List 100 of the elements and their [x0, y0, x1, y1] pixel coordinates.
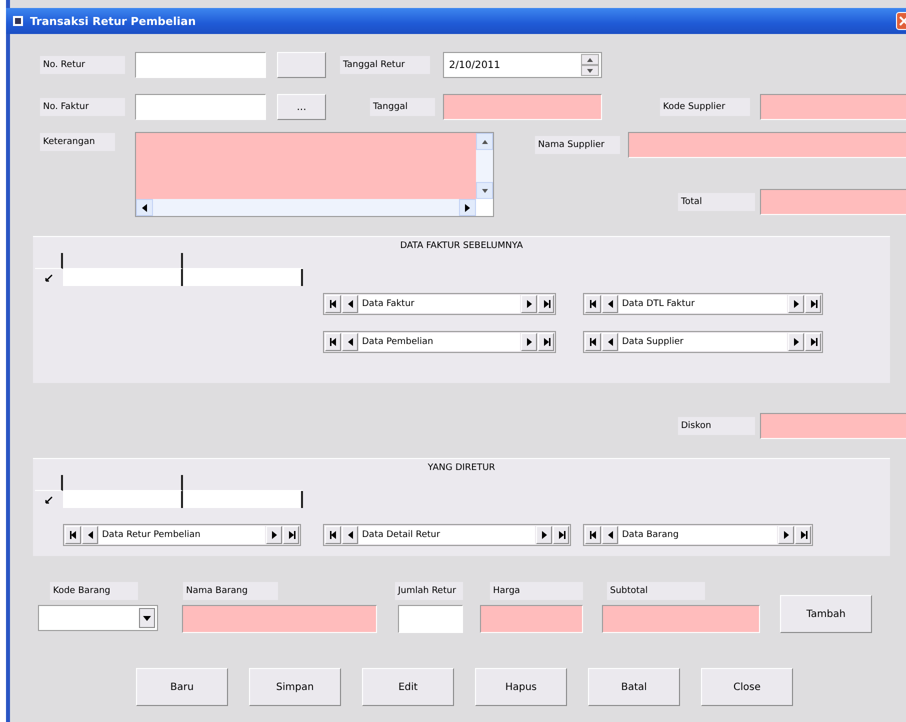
- last-icon: [286, 530, 296, 540]
- next-icon: [524, 337, 534, 347]
- navigator-label: Data Detail Retur: [359, 526, 535, 544]
- next-record-button[interactable]: [778, 526, 794, 544]
- previous-record-button[interactable]: [342, 333, 358, 351]
- text-field[interactable]: [760, 413, 906, 439]
- text-field[interactable]: [602, 605, 760, 633]
- arrow-icon: [480, 138, 488, 144]
- field-label: Diskon: [678, 417, 755, 435]
- dropdown-button[interactable]: [139, 608, 155, 628]
- navigator-label: Data Pembelian: [359, 333, 520, 351]
- previous-record-button[interactable]: [602, 526, 618, 544]
- first-icon: [588, 530, 598, 540]
- row-indicator-icon: [45, 496, 53, 504]
- close-icon: [899, 16, 906, 26]
- left-arrow-icon: [140, 202, 149, 212]
- field-label: Kode Supplier: [660, 98, 750, 116]
- field-label: Total: [678, 193, 755, 211]
- navigator-label: Data Supplier: [619, 333, 787, 351]
- text-field[interactable]: [398, 605, 463, 633]
- previous-icon: [86, 530, 94, 540]
- grid-cell[interactable]: [183, 491, 303, 508]
- field-label: No. Retur: [40, 56, 125, 74]
- previous-icon: [346, 337, 354, 347]
- previous-record-button[interactable]: [602, 295, 618, 313]
- panel-caption: YANG DIRETUR: [426, 463, 496, 473]
- previous-icon: [606, 530, 614, 540]
- memo-field[interactable]: [136, 133, 476, 199]
- first-icon: [588, 299, 598, 309]
- last-record-button[interactable]: [538, 333, 554, 351]
- action-button[interactable]: Close: [701, 668, 793, 706]
- first-record-button[interactable]: [585, 295, 601, 313]
- action-button[interactable]: Simpan: [249, 668, 341, 706]
- next-icon: [792, 299, 800, 309]
- navigator-label: Data DTL Faktur: [619, 295, 787, 313]
- text-field[interactable]: [628, 132, 906, 158]
- last-icon: [798, 530, 808, 540]
- vertical-scrollbar[interactable]: [476, 133, 493, 199]
- last-record-button[interactable]: [538, 295, 554, 313]
- date-picker[interactable]: 2/10/2011: [443, 52, 602, 78]
- text-field[interactable]: [443, 94, 602, 120]
- horizontal-scrollbar[interactable]: [136, 199, 476, 216]
- grid-cell[interactable]: [183, 269, 303, 286]
- scroll-right-button[interactable]: [459, 199, 476, 216]
- previous-record-button[interactable]: [602, 333, 618, 351]
- spin-up-button[interactable]: [581, 54, 599, 65]
- next-record-button[interactable]: [521, 333, 537, 351]
- scroll-left-button[interactable]: [136, 199, 153, 216]
- next-icon: [792, 337, 800, 347]
- navigator-label: Data Faktur: [359, 295, 520, 313]
- action-button[interactable]: Baru: [136, 668, 228, 706]
- first-record-button[interactable]: [65, 526, 81, 544]
- text-field[interactable]: [182, 605, 377, 633]
- previous-record-button[interactable]: [82, 526, 98, 544]
- scroll-down-button[interactable]: [476, 182, 493, 199]
- field-label: Tanggal: [370, 98, 435, 116]
- text-field[interactable]: [135, 52, 266, 78]
- previous-record-button[interactable]: [342, 295, 358, 313]
- next-record-button[interactable]: [536, 526, 552, 544]
- last-record-button[interactable]: [805, 333, 821, 351]
- last-record-button[interactable]: [553, 526, 569, 544]
- browse-button[interactable]: [277, 52, 326, 78]
- first-record-button[interactable]: [325, 333, 341, 351]
- last-record-button[interactable]: [805, 295, 821, 313]
- browse-button[interactable]: ...: [277, 94, 326, 120]
- next-record-button[interactable]: [521, 295, 537, 313]
- first-icon: [588, 337, 598, 347]
- text-field[interactable]: [760, 94, 906, 120]
- first-record-button[interactable]: [585, 333, 601, 351]
- grid-cell[interactable]: [63, 491, 183, 508]
- last-record-button[interactable]: [283, 526, 299, 544]
- text-field[interactable]: [760, 189, 906, 215]
- add-button[interactable]: Tambah: [780, 595, 872, 633]
- grid-cell[interactable]: [63, 269, 183, 286]
- spin-down-button[interactable]: [581, 65, 599, 76]
- last-icon: [808, 337, 818, 347]
- first-record-button[interactable]: [325, 295, 341, 313]
- action-button[interactable]: Edit: [362, 668, 454, 706]
- action-button[interactable]: Hapus: [475, 668, 567, 706]
- next-icon: [540, 530, 548, 540]
- previous-record-button[interactable]: [342, 526, 358, 544]
- last-record-button[interactable]: [795, 526, 811, 544]
- first-record-button[interactable]: [585, 526, 601, 544]
- previous-icon: [606, 299, 614, 309]
- text-field[interactable]: [135, 94, 266, 120]
- next-record-button[interactable]: [788, 333, 804, 351]
- next-record-button[interactable]: [788, 295, 804, 313]
- next-record-button[interactable]: [266, 526, 282, 544]
- first-icon: [68, 530, 78, 540]
- panel-caption: DATA FAKTUR SEBELUMNYA: [399, 241, 524, 251]
- right-arrow-icon: [463, 202, 472, 212]
- previous-icon: [606, 337, 614, 347]
- next-icon: [270, 530, 278, 540]
- text-field[interactable]: [480, 605, 583, 633]
- first-icon: [328, 530, 338, 540]
- field-label: Subtotal: [607, 582, 705, 600]
- scroll-up-button[interactable]: [476, 133, 493, 150]
- first-icon: [328, 299, 338, 309]
- first-record-button[interactable]: [325, 526, 341, 544]
- action-button[interactable]: Batal: [588, 668, 680, 706]
